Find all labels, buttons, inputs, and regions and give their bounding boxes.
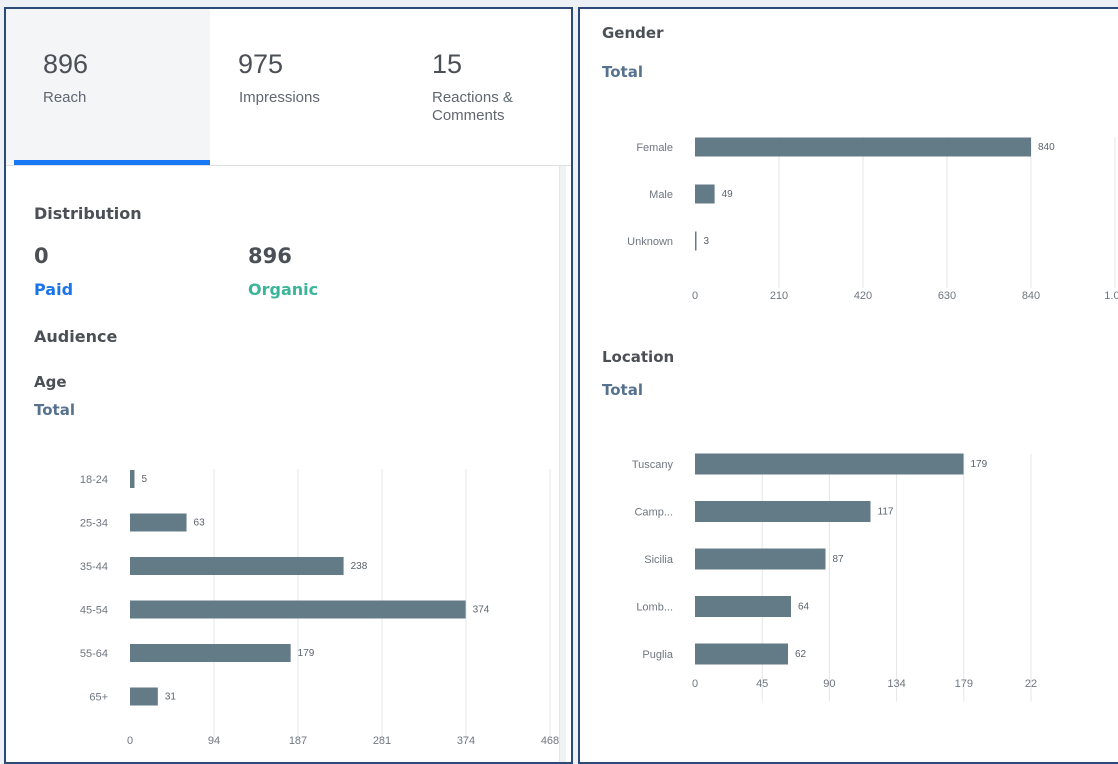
bar-value-label: 179 [971, 459, 988, 470]
bar[interactable] [695, 596, 791, 617]
bar[interactable] [130, 557, 344, 575]
bar[interactable] [130, 470, 135, 488]
category-label: Camp... [634, 507, 673, 519]
bar-value-label: 374 [473, 605, 490, 616]
x-tick-label: 1.05 [1104, 290, 1118, 302]
reach-value: 896 [43, 49, 89, 79]
gender-chart: 0 210 420 630 840 1.05 Female 840 Male 49 Unknown 3 [627, 137, 1118, 302]
x-tick-label: 420 [854, 290, 872, 302]
bar-value-label: 179 [298, 648, 315, 659]
category-label: Sicilia [644, 554, 674, 566]
x-tick-label: 22 [1025, 678, 1037, 690]
category-label: Male [649, 189, 673, 201]
x-tick-label: 630 [938, 290, 956, 302]
category-label: 35-44 [80, 561, 108, 573]
bar[interactable] [130, 600, 466, 619]
x-tick-label: 45 [756, 678, 768, 690]
organic-label: Organic [248, 280, 319, 299]
bar-value-label: 64 [798, 602, 810, 613]
tab-reactions-comments[interactable]: 15 Reactions & Comments [400, 9, 571, 165]
audience-heading: Audience [34, 327, 118, 346]
x-tick-label: 0 [692, 290, 698, 302]
bar-value-label: 31 [165, 692, 177, 703]
tab-reach[interactable]: 896 Reach [6, 9, 210, 165]
category-label: Unknown [627, 236, 673, 248]
insights-left-panel: 896 Reach 975 Impressions 15 Reactions &… [4, 7, 573, 764]
bar[interactable] [695, 643, 788, 665]
category-label: Tuscany [632, 459, 674, 471]
category-label: 18-24 [80, 474, 108, 486]
bar[interactable] [695, 184, 715, 204]
x-tick-label: 468 [541, 735, 559, 747]
x-tick-label: 90 [823, 678, 835, 690]
bar[interactable] [695, 548, 826, 570]
x-tick-label: 210 [770, 290, 788, 302]
bar-value-label: 117 [878, 507, 894, 518]
paid-value: 0 [34, 244, 49, 268]
age-subtitle: Total [34, 401, 75, 419]
category-label: 25-34 [80, 518, 108, 530]
gender-subtitle: Total [602, 63, 643, 81]
bar[interactable] [695, 453, 964, 475]
reactions-label: Reactions & Comments [432, 89, 513, 124]
x-tick-label: 94 [208, 735, 220, 747]
x-tick-label: 187 [289, 735, 307, 747]
location-chart: 0 45 90 134 179 22 Tuscany 179 Camp... 117 Sicilia… [632, 453, 1037, 702]
age-title: Age [34, 373, 67, 391]
metric-tabs: 896 Reach 975 Impressions 15 Reactions &… [6, 9, 571, 166]
category-label: Female [636, 142, 673, 154]
reach-label: Reach [43, 89, 87, 106]
tab-impressions[interactable]: 975 Impressions [210, 9, 400, 165]
bar-value-label: 3 [704, 236, 710, 247]
bar-value-label: 840 [1038, 142, 1055, 153]
x-tick-label: 840 [1022, 290, 1040, 302]
bar[interactable] [130, 644, 291, 662]
bar[interactable] [130, 513, 187, 532]
bar[interactable] [695, 501, 871, 522]
x-tick-label: 179 [955, 678, 973, 690]
location-title: Location [602, 348, 675, 366]
active-tab-indicator [14, 160, 210, 165]
x-tick-label: 134 [887, 678, 905, 690]
x-tick-label: 281 [373, 735, 391, 747]
impressions-label: Impressions [239, 89, 320, 106]
bar-value-label: 49 [722, 189, 734, 200]
x-tick-label: 0 [692, 678, 698, 690]
age-chart: 0 94 187 281 374 468 18-24 5 25-34 63 35-44 238 45-5… [80, 469, 559, 747]
reactions-value: 15 [432, 49, 463, 79]
bar-value-label: 63 [194, 518, 206, 529]
bar[interactable] [695, 231, 697, 251]
x-tick-label: 374 [457, 735, 475, 747]
bar-value-label: 87 [833, 554, 845, 565]
distribution-heading: Distribution [34, 204, 142, 223]
category-label: 55-64 [80, 648, 108, 660]
insights-right-panel: Gender Total 0 210 420 630 840 1.05 Female 840 M… [578, 7, 1118, 764]
location-subtitle: Total [602, 381, 643, 399]
impressions-value: 975 [238, 49, 284, 79]
category-label: Lomb... [636, 602, 673, 614]
category-label: Puglia [642, 649, 673, 661]
bar-value-label: 5 [141, 474, 147, 485]
bar[interactable] [695, 137, 1031, 157]
category-label: 65+ [89, 692, 108, 704]
category-label: 45-54 [80, 605, 108, 617]
bar-value-label: 62 [795, 649, 807, 660]
paid-label: Paid [34, 280, 74, 299]
x-tick-label: 0 [127, 735, 133, 747]
bar-value-label: 238 [351, 561, 368, 572]
gender-title: Gender [602, 24, 664, 42]
organic-value: 896 [248, 244, 292, 268]
bar[interactable] [130, 687, 158, 706]
